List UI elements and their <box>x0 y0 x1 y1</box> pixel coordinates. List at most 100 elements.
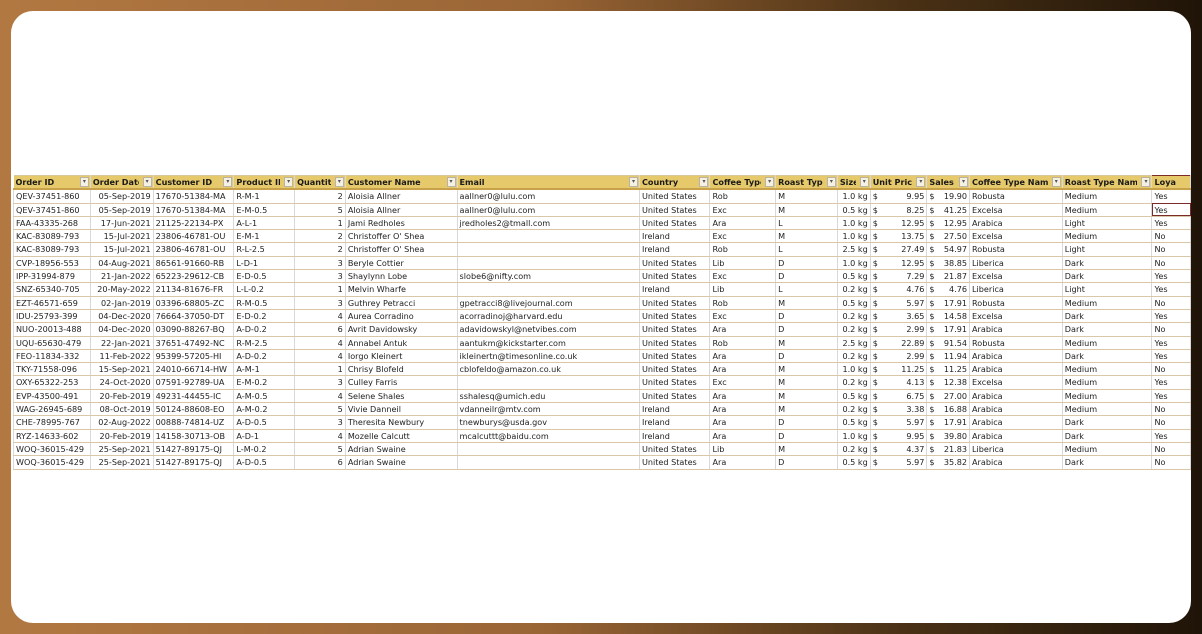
cell-order-date[interactable]: 21-Jan-2022 <box>90 269 154 284</box>
cell-size[interactable]: 0.2 kg <box>837 375 871 390</box>
cell-unit-price[interactable]: $2.99 <box>870 322 928 337</box>
cell-loyalty[interactable]: Yes <box>1151 216 1191 231</box>
cell-unit-price[interactable]: $8.25 <box>870 203 928 217</box>
cell-loyalty[interactable]: Yes <box>1151 269 1191 284</box>
cell-size[interactable]: 0.2 kg <box>837 402 871 417</box>
cell-order-date[interactable]: 02-Aug-2022 <box>90 415 154 430</box>
cell-size[interactable]: 0.5 kg <box>837 269 871 284</box>
cell-quantity[interactable]: 3 <box>294 269 346 284</box>
cell-email[interactable] <box>457 242 640 257</box>
cell-size[interactable]: 1.0 kg <box>837 256 871 271</box>
cell-roast-type[interactable]: M <box>775 229 838 244</box>
cell-coffee-type-name[interactable]: Robusta <box>969 296 1063 310</box>
cell-customer-id[interactable]: 86561-91660-RB <box>153 256 235 271</box>
filter-dropdown-icon[interactable]: ▾ <box>1051 177 1061 187</box>
filter-dropdown-icon[interactable]: ▾ <box>916 177 926 187</box>
cell-coffee-type[interactable]: Exc <box>709 269 777 284</box>
cell-unit-price[interactable]: $9.95 <box>870 189 928 204</box>
cell-email[interactable]: slobe6@nifty.com <box>457 269 640 284</box>
cell-coffee-type-name[interactable]: Liberica <box>969 442 1063 457</box>
cell-email[interactable]: vdanneilr@mtv.com <box>457 402 640 417</box>
cell-size[interactable]: 1.0 kg <box>837 189 871 204</box>
cell-unit-price[interactable]: $3.65 <box>870 309 928 324</box>
cell-customer-id[interactable]: 03090-88267-BQ <box>153 322 235 337</box>
cell-order-id[interactable]: CHE-78995-767 <box>13 415 91 430</box>
cell-order-date[interactable]: 20-May-2022 <box>90 282 154 297</box>
cell-order-date[interactable]: 15-Jul-2021 <box>90 242 154 257</box>
cell-country[interactable]: Ireland <box>639 229 711 244</box>
cell-order-id[interactable]: WOQ-36015-429 <box>13 455 91 470</box>
cell-country[interactable]: United States <box>639 296 711 310</box>
cell-roast-type[interactable]: M <box>775 203 838 217</box>
cell-roast-type-name[interactable]: Dark <box>1062 322 1153 337</box>
cell-coffee-type[interactable]: Ara <box>709 402 777 417</box>
cell-quantity[interactable]: 5 <box>294 442 346 457</box>
cell-loyalty[interactable]: No <box>1151 322 1191 337</box>
cell-order-id[interactable]: WAG-26945-689 <box>13 402 91 417</box>
cell-customer-name[interactable]: Theresita Newbury <box>345 415 458 430</box>
cell-roast-type[interactable]: L <box>775 216 838 231</box>
cell-customer-name[interactable]: Iorgo Kleinert <box>345 349 458 364</box>
cell-roast-type-name[interactable]: Medium <box>1062 362 1153 377</box>
cell-roast-type-name[interactable]: Medium <box>1062 229 1153 244</box>
cell-email[interactable] <box>457 282 640 297</box>
cell-country[interactable]: United States <box>639 269 711 284</box>
cell-product-id[interactable]: E-D-0.2 <box>233 309 296 324</box>
filter-dropdown-icon[interactable]: ▾ <box>628 177 638 187</box>
cell-order-date[interactable]: 04-Aug-2021 <box>90 256 154 271</box>
cell-quantity[interactable]: 1 <box>294 282 346 297</box>
cell-roast-type-name[interactable]: Medium <box>1062 336 1153 350</box>
cell-order-id[interactable]: IDU-25793-399 <box>13 309 91 324</box>
cell-coffee-type[interactable]: Exc <box>709 375 777 390</box>
cell-country[interactable]: Ireland <box>639 402 711 417</box>
cell-customer-id[interactable]: 76664-37050-DT <box>153 309 235 324</box>
cell-quantity[interactable]: 1 <box>294 216 346 231</box>
cell-size[interactable]: 2.5 kg <box>837 242 871 257</box>
cell-quantity[interactable]: 2 <box>294 229 346 244</box>
cell-loyalty[interactable]: Yes <box>1151 389 1191 404</box>
cell-email[interactable] <box>457 455 640 470</box>
cell-sales[interactable]: $38.85 <box>926 256 970 271</box>
cell-product-id[interactable]: E-M-1 <box>233 229 296 244</box>
cell-size[interactable]: 0.2 kg <box>837 309 871 324</box>
cell-customer-name[interactable]: Annabel Antuk <box>345 336 458 350</box>
cell-roast-type[interactable]: D <box>775 309 838 324</box>
cell-order-id[interactable]: CVP-18956-553 <box>13 256 91 271</box>
cell-roast-type[interactable]: D <box>775 256 838 271</box>
cell-coffee-type-name[interactable]: Arabica <box>969 322 1063 337</box>
cell-coffee-type[interactable]: Ara <box>709 455 777 470</box>
cell-product-id[interactable]: R-M-1 <box>233 189 296 204</box>
cell-size[interactable]: 2.5 kg <box>837 336 871 350</box>
cell-quantity[interactable]: 6 <box>294 322 346 337</box>
cell-order-id[interactable]: EVP-43500-491 <box>13 389 91 404</box>
cell-coffee-type[interactable]: Exc <box>709 203 777 217</box>
cell-email[interactable]: aantukm@kickstarter.com <box>457 336 640 350</box>
cell-size[interactable]: 0.5 kg <box>837 415 871 430</box>
cell-country[interactable]: United States <box>639 362 711 377</box>
cell-quantity[interactable]: 6 <box>294 455 346 470</box>
cell-coffee-type[interactable]: Exc <box>709 229 777 244</box>
filter-dropdown-icon[interactable]: ▾ <box>959 177 968 187</box>
cell-country[interactable]: United States <box>639 336 711 350</box>
cell-loyalty[interactable]: Yes <box>1151 309 1191 324</box>
cell-loyalty[interactable]: No <box>1151 256 1191 271</box>
cell-coffee-type-name[interactable]: Excelsa <box>969 229 1063 244</box>
cell-customer-name[interactable]: Melvin Wharfe <box>345 282 458 297</box>
cell-size[interactable]: 1.0 kg <box>837 216 871 231</box>
cell-order-id[interactable]: FAA-43335-268 <box>13 216 91 231</box>
cell-sales[interactable]: $19.90 <box>926 189 970 204</box>
cell-coffee-type[interactable]: Ara <box>709 216 777 231</box>
cell-coffee-type[interactable]: Ara <box>709 362 777 377</box>
column-header-sales[interactable]: Sales ▾ <box>926 175 970 191</box>
cell-roast-type-name[interactable]: Medium <box>1062 296 1153 310</box>
cell-quantity[interactable]: 2 <box>294 242 346 257</box>
cell-country[interactable]: United States <box>639 309 711 324</box>
cell-email[interactable] <box>457 256 640 271</box>
cell-roast-type[interactable]: M <box>775 375 838 390</box>
cell-product-id[interactable]: R-M-2.5 <box>233 336 296 350</box>
cell-coffee-type-name[interactable]: Liberica <box>969 282 1063 297</box>
column-header-product-id[interactable]: Product ID ▾ <box>233 175 296 191</box>
cell-email[interactable]: sshalesq@umich.edu <box>457 389 640 404</box>
cell-coffee-type-name[interactable]: Arabica <box>969 216 1063 231</box>
cell-roast-type-name[interactable]: Dark <box>1062 309 1153 324</box>
